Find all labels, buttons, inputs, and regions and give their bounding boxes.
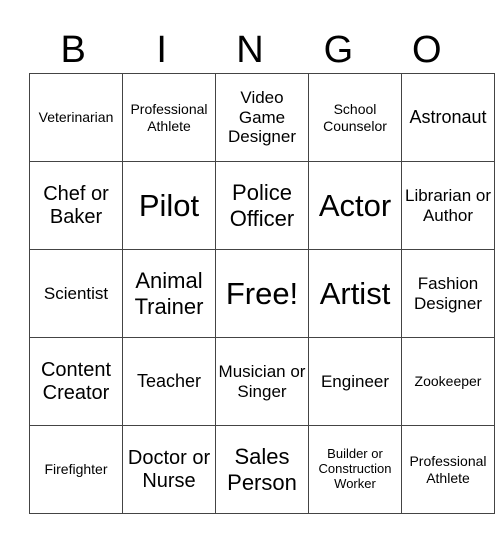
grid-row: Content Creator Teacher Musician or Sing… xyxy=(29,337,495,426)
bingo-cell[interactable]: Firefighter xyxy=(29,425,123,514)
bingo-cell[interactable]: Sales Person xyxy=(215,425,309,514)
bingo-cell[interactable]: Veterinarian xyxy=(29,73,123,162)
header-letter-n: N xyxy=(236,29,264,71)
bingo-cell[interactable]: Librarian or Author xyxy=(401,161,495,250)
bingo-cell[interactable]: Fashion Designer xyxy=(401,249,495,338)
bingo-grid: Veterinarian Professional Athlete Video … xyxy=(29,73,495,514)
bingo-cell[interactable]: Doctor or Nurse xyxy=(122,425,216,514)
bingo-cell[interactable]: Engineer xyxy=(308,337,402,426)
bingo-cell[interactable]: Builder or Construction Worker xyxy=(308,425,402,514)
grid-row: Scientist Animal Trainer Free! Artist Fa… xyxy=(29,249,495,338)
bingo-cell[interactable]: Astronaut xyxy=(401,73,495,162)
free-space-cell[interactable]: Free! xyxy=(215,249,309,338)
bingo-cell[interactable]: Video Game Designer xyxy=(215,73,309,162)
header-letter-o: O xyxy=(412,29,442,71)
bingo-cell[interactable]: Scientist xyxy=(29,249,123,338)
bingo-cell[interactable]: Chef or Baker xyxy=(29,161,123,250)
bingo-cell[interactable]: Actor xyxy=(308,161,402,250)
header-letter-g: G xyxy=(323,29,354,71)
bingo-cell[interactable]: Content Creator xyxy=(29,337,123,426)
bingo-cell[interactable]: School Counselor xyxy=(308,73,402,162)
grid-row: Firefighter Doctor or Nurse Sales Person… xyxy=(29,425,495,514)
bingo-cell[interactable]: Pilot xyxy=(122,161,216,250)
header-letter-i: I xyxy=(156,29,167,71)
bingo-cell[interactable]: Animal Trainer xyxy=(122,249,216,338)
bingo-cell[interactable]: Artist xyxy=(308,249,402,338)
grid-row: Chef or Baker Pilot Police Officer Actor… xyxy=(29,161,495,250)
bingo-cell[interactable]: Teacher xyxy=(122,337,216,426)
bingo-cell[interactable]: Professional Athlete xyxy=(122,73,216,162)
bingo-cell[interactable]: Professional Athlete xyxy=(401,425,495,514)
bingo-cell[interactable]: Musician or Singer xyxy=(215,337,309,426)
grid-row: Veterinarian Professional Athlete Video … xyxy=(29,73,495,162)
bingo-cell[interactable]: Police Officer xyxy=(215,161,309,250)
header-letter-b: B xyxy=(60,29,86,71)
bingo-header: B I N G O xyxy=(29,28,471,73)
bingo-cell[interactable]: Zookeeper xyxy=(401,337,495,426)
